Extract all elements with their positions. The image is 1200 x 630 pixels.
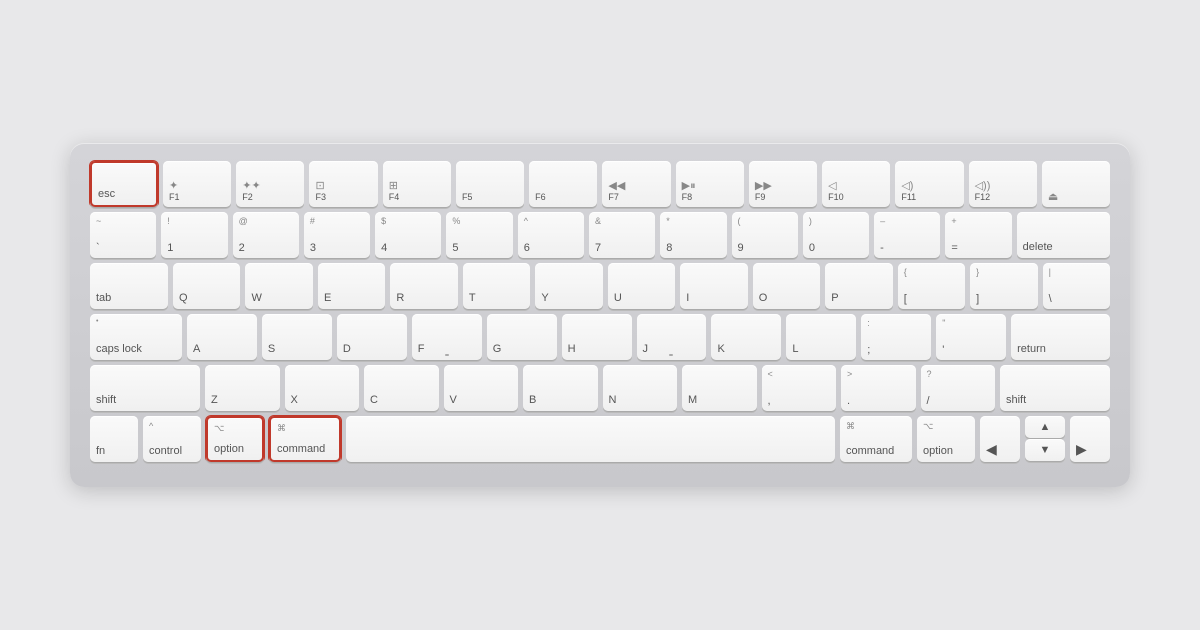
- key-comma[interactable]: < ,: [762, 365, 837, 411]
- key-j[interactable]: J: [637, 314, 707, 360]
- key-space[interactable]: [346, 416, 835, 462]
- key-8[interactable]: * 8: [660, 212, 726, 258]
- key-control[interactable]: ^ control: [143, 416, 201, 462]
- key-1[interactable]: ! 1: [161, 212, 227, 258]
- key-equals[interactable]: + =: [945, 212, 1011, 258]
- key-arrow-down[interactable]: ▼: [1025, 439, 1065, 461]
- bottom-row: fn ^ control ⌥ option ⌘ command ⌘ comman…: [90, 416, 1110, 462]
- key-y[interactable]: Y: [535, 263, 602, 309]
- key-r[interactable]: R: [390, 263, 457, 309]
- key-k[interactable]: K: [711, 314, 781, 360]
- key-2[interactable]: @ 2: [233, 212, 299, 258]
- zxcv-row: shift Z X C V B N M < , > . ? / shift: [90, 365, 1110, 411]
- key-o[interactable]: O: [753, 263, 820, 309]
- key-period[interactable]: > .: [841, 365, 916, 411]
- key-f11[interactable]: ◁) F11: [895, 161, 963, 207]
- key-f4[interactable]: ⊞ F4: [383, 161, 451, 207]
- key-f2[interactable]: ✦✦ F2: [236, 161, 304, 207]
- key-s[interactable]: S: [262, 314, 332, 360]
- key-arrow-right[interactable]: ▶: [1070, 416, 1110, 462]
- key-option-right[interactable]: ⌥ option: [917, 416, 975, 462]
- key-9[interactable]: ( 9: [732, 212, 798, 258]
- key-q[interactable]: Q: [173, 263, 240, 309]
- keyboard: esc ✦ F1 ✦✦ F2 ⊡ F3 ⊞ F4 F5 F6 ◀◀ F7 ▶⏸: [70, 143, 1130, 487]
- number-row: ~ ` ! 1 @ 2 # 3 $ 4 % 5 ^ 6 & 7: [90, 212, 1110, 258]
- key-w[interactable]: W: [245, 263, 312, 309]
- key-semicolon[interactable]: : ;: [861, 314, 931, 360]
- key-7[interactable]: & 7: [589, 212, 655, 258]
- key-backslash[interactable]: | \: [1043, 263, 1110, 309]
- key-return[interactable]: return: [1011, 314, 1110, 360]
- key-minus[interactable]: – -: [874, 212, 940, 258]
- key-bracket-left[interactable]: { [: [898, 263, 965, 309]
- key-f7[interactable]: ◀◀ F7: [602, 161, 670, 207]
- key-command-right[interactable]: ⌘ command: [840, 416, 912, 462]
- key-shift-right[interactable]: shift: [1000, 365, 1110, 411]
- key-f3[interactable]: ⊡ F3: [309, 161, 377, 207]
- key-f10[interactable]: ◁ F10: [822, 161, 890, 207]
- key-command-left[interactable]: ⌘ command: [269, 416, 341, 462]
- qwerty-row: tab Q W E R T Y U I O P { [ } ] | \: [90, 263, 1110, 309]
- key-fn[interactable]: fn: [90, 416, 138, 462]
- asdf-row: • caps lock A S D F G H J K L : ; " ' re…: [90, 314, 1110, 360]
- key-bracket-right[interactable]: } ]: [970, 263, 1037, 309]
- key-f8[interactable]: ▶⏸ F8: [676, 161, 744, 207]
- key-3[interactable]: # 3: [304, 212, 370, 258]
- key-h[interactable]: H: [562, 314, 632, 360]
- key-p[interactable]: P: [825, 263, 892, 309]
- key-f9[interactable]: ▶▶ F9: [749, 161, 817, 207]
- key-u[interactable]: U: [608, 263, 675, 309]
- key-f6[interactable]: F6: [529, 161, 597, 207]
- key-t[interactable]: T: [463, 263, 530, 309]
- key-n[interactable]: N: [603, 365, 678, 411]
- key-f1[interactable]: ✦ F1: [163, 161, 231, 207]
- key-d[interactable]: D: [337, 314, 407, 360]
- key-c[interactable]: C: [364, 365, 439, 411]
- key-z[interactable]: Z: [205, 365, 280, 411]
- key-a[interactable]: A: [187, 314, 257, 360]
- key-tilde[interactable]: ~ `: [90, 212, 156, 258]
- key-g[interactable]: G: [487, 314, 557, 360]
- key-x[interactable]: X: [285, 365, 360, 411]
- key-slash[interactable]: ? /: [921, 365, 996, 411]
- key-4[interactable]: $ 4: [375, 212, 441, 258]
- key-shift-left[interactable]: shift: [90, 365, 200, 411]
- key-option-left[interactable]: ⌥ option: [206, 416, 264, 462]
- key-i[interactable]: I: [680, 263, 747, 309]
- fn-row: esc ✦ F1 ✦✦ F2 ⊡ F3 ⊞ F4 F5 F6 ◀◀ F7 ▶⏸: [90, 161, 1110, 207]
- key-capslock[interactable]: • caps lock: [90, 314, 182, 360]
- key-f5[interactable]: F5: [456, 161, 524, 207]
- key-esc[interactable]: esc: [90, 161, 158, 207]
- key-arrow-up[interactable]: ▲: [1025, 416, 1065, 438]
- key-eject[interactable]: ⏏: [1042, 161, 1110, 207]
- key-v[interactable]: V: [444, 365, 519, 411]
- key-quote[interactable]: " ': [936, 314, 1006, 360]
- key-b[interactable]: B: [523, 365, 598, 411]
- key-0[interactable]: ) 0: [803, 212, 869, 258]
- key-arrow-left[interactable]: ◀: [980, 416, 1020, 462]
- key-e[interactable]: E: [318, 263, 385, 309]
- key-6[interactable]: ^ 6: [518, 212, 584, 258]
- key-delete[interactable]: delete: [1017, 212, 1110, 258]
- key-tab[interactable]: tab: [90, 263, 168, 309]
- key-m[interactable]: M: [682, 365, 757, 411]
- key-l[interactable]: L: [786, 314, 856, 360]
- key-f[interactable]: F: [412, 314, 482, 360]
- key-5[interactable]: % 5: [446, 212, 512, 258]
- key-f12[interactable]: ◁)) F12: [969, 161, 1037, 207]
